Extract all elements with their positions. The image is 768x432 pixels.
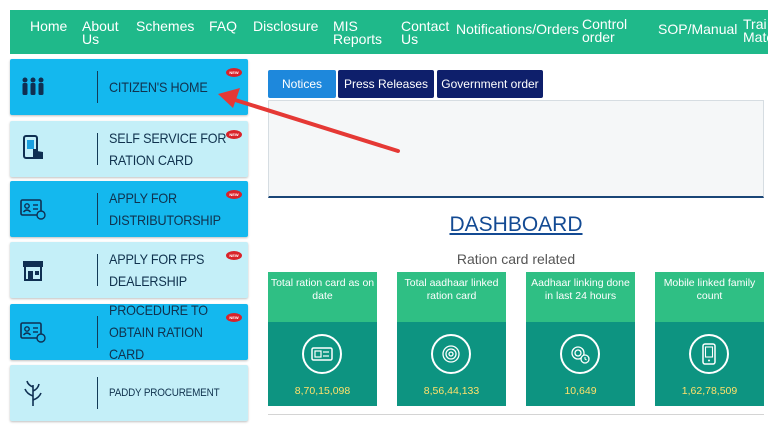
sidebar-item-label: PROCEDURE TO OBTAIN RATION CARD: [109, 302, 208, 362]
shop-icon: [20, 256, 46, 284]
stat-card-label: Total aadhaar linked ration card: [397, 272, 506, 322]
fingerprint-clock-icon: [560, 334, 600, 374]
sidebar-item-label: APPLY FOR DISTRIBUTORSHIP: [109, 190, 221, 228]
new-badge: NEW: [226, 130, 242, 139]
phone-touch-icon: [20, 135, 46, 163]
sidebar-item-label: PADDY PROCUREMENT: [109, 387, 220, 399]
stat-card-value: 10,649: [564, 385, 597, 397]
stat-card-label: Total ration card as on date: [268, 272, 377, 322]
tab-notices[interactable]: Notices: [268, 70, 336, 98]
notices-panel[interactable]: [268, 100, 764, 198]
sidebar-item-label: CITIZEN'S HOME: [109, 79, 208, 95]
new-badge: NEW: [226, 313, 242, 322]
nav-notifications-orders[interactable]: Notifications/Orders: [456, 22, 579, 36]
divider: [97, 254, 98, 286]
stat-card-value: 8,56,44,133: [423, 385, 480, 397]
nav-sop-manual[interactable]: SOP/Manual: [658, 22, 737, 36]
sidebar-item-label: APPLY FOR FPS DEALERSHIP: [109, 251, 205, 289]
mobile-icon: [689, 334, 729, 374]
stat-card-mobile-linked: Mobile linked family count 1,62,78,509: [655, 272, 764, 406]
nav-about-us[interactable]: About Us: [82, 19, 119, 46]
stat-card-value: 8,70,15,098: [294, 385, 351, 397]
sidebar-item-apply-fps-dealership[interactable]: APPLY FOR FPS DEALERSHIP NEW: [10, 242, 248, 298]
nav-control-order[interactable]: Control order: [582, 17, 627, 44]
new-badge: NEW: [226, 190, 242, 199]
paddy-icon: [20, 379, 46, 407]
dashboard-title[interactable]: DASHBOARD: [268, 213, 764, 237]
ration-card-icon: [302, 334, 342, 374]
divider: [97, 71, 98, 103]
sidebar-item-self-service-ration-card[interactable]: SELF SERVICE FOR RATION CARD NEW: [10, 121, 248, 177]
people-icon: [20, 73, 46, 101]
nav-schemes[interactable]: Schemes: [136, 19, 194, 33]
main-nav: Home About Us Schemes FAQ Disclosure MIS…: [10, 10, 768, 54]
divider: [97, 377, 98, 409]
divider: [97, 193, 98, 225]
sidebar-item-procedure-ration-card[interactable]: PROCEDURE TO OBTAIN RATION CARD NEW: [10, 302, 248, 362]
new-badge: NEW: [226, 251, 242, 260]
stat-card-value: 1,62,78,509: [681, 385, 738, 397]
nav-training-material[interactable]: Trai Mate: [743, 17, 768, 44]
id-card-icon: [20, 318, 46, 346]
sidebar-item-citizens-home[interactable]: CITIZEN'S HOME NEW: [10, 59, 248, 115]
divider: [268, 414, 764, 415]
sidebar-item-label: SELF SERVICE FOR RATION CARD: [109, 130, 227, 168]
divider: [97, 133, 98, 165]
dashboard-subtitle: Ration card related: [456, 251, 576, 267]
sidebar-item-paddy-procurement[interactable]: PADDY PROCUREMENT: [10, 365, 248, 421]
nav-contact-us[interactable]: Contact Us: [401, 19, 449, 46]
stat-card-total-ration-card: Total ration card as on date 8,70,15,098: [268, 272, 377, 406]
stat-card-aadhaar-24h: Aadhaar linking done in last 24 hours 10…: [526, 272, 635, 406]
nav-faq[interactable]: FAQ: [209, 19, 237, 33]
new-badge: NEW: [226, 68, 242, 77]
nav-home[interactable]: Home: [30, 19, 67, 33]
sidebar-item-apply-distributorship[interactable]: APPLY FOR DISTRIBUTORSHIP NEW: [10, 181, 248, 237]
nav-disclosure[interactable]: Disclosure: [253, 19, 318, 33]
id-card-icon: [20, 195, 46, 223]
sidebar: CITIZEN'S HOME NEW SELF SERVICE FOR RATI…: [0, 54, 258, 432]
divider: [97, 316, 98, 348]
tab-press-releases[interactable]: Press Releases: [338, 70, 434, 98]
nav-mis-reports[interactable]: MIS Reports: [333, 19, 382, 46]
tab-government-order[interactable]: Government order: [437, 70, 543, 98]
stat-card-label: Mobile linked family count: [655, 272, 764, 322]
fingerprint-icon: [431, 334, 471, 374]
page: Home About Us Schemes FAQ Disclosure MIS…: [0, 0, 768, 432]
stat-card-label: Aadhaar linking done in last 24 hours: [526, 272, 635, 322]
stat-card-aadhaar-linked: Total aadhaar linked ration card 8,56,44…: [397, 272, 506, 406]
